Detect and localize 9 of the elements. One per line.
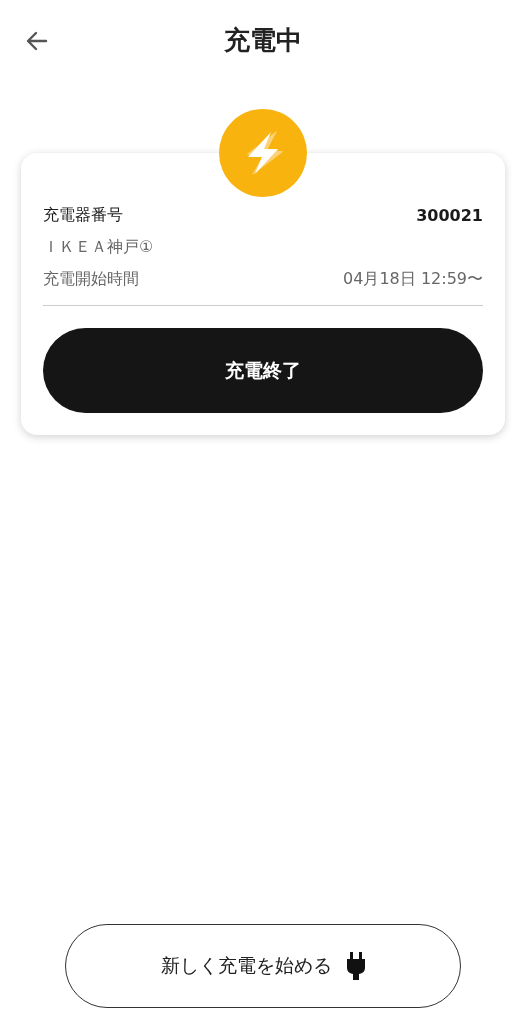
start-new-charge-button[interactable]: 新しく充電を始める [65,924,461,1008]
start-time-label: 充電開始時間 [43,268,139,290]
station-name: ＩＫＥＡ神戸① [43,236,154,258]
start-time: 04月18日 12:59〜 [343,268,483,290]
charger-label: 充電器番号 [43,204,123,226]
plug-icon [345,952,366,980]
page-title: 充電中 [224,23,302,57]
charger-number: 300021 [416,205,483,225]
stop-charging-button[interactable]: 充電終了 [43,328,483,413]
